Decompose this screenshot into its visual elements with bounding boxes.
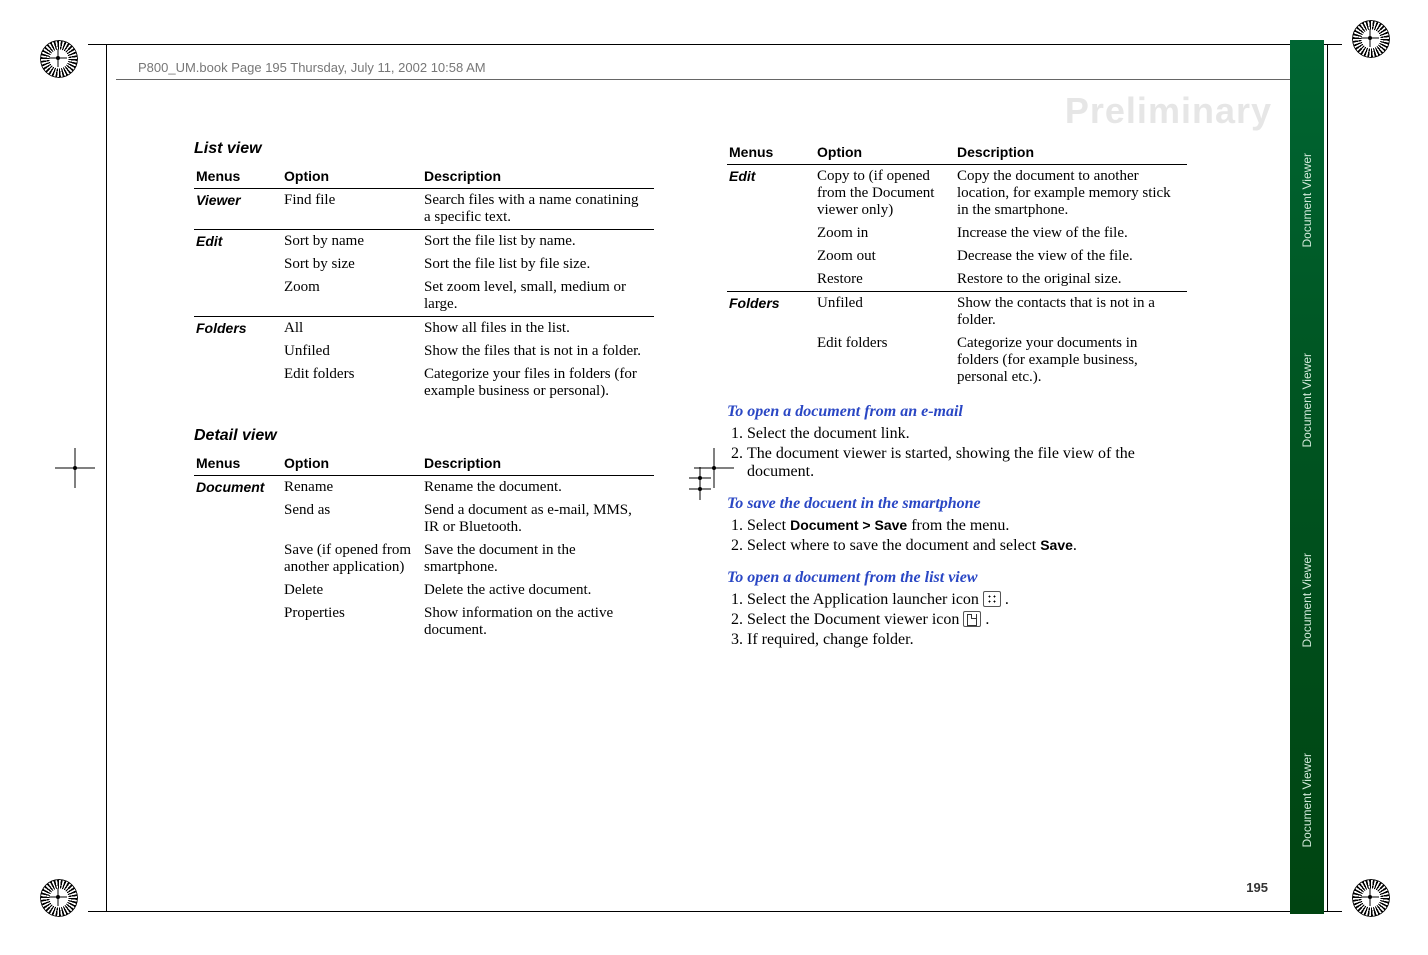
desc-cell: Save the document in the smartphone. xyxy=(422,539,654,579)
th-option: Option xyxy=(282,164,422,189)
th-desc: Description xyxy=(422,451,654,476)
option-cell: Edit folders xyxy=(815,332,955,389)
step: The document viewer is started, showing … xyxy=(747,445,1187,481)
step: Select Document > Save from the menu. xyxy=(747,517,1187,535)
option-cell: Save (if opened from another application… xyxy=(282,539,422,579)
option-cell: Zoom in xyxy=(815,222,955,245)
desc-cell: Show all files in the list. xyxy=(422,317,654,341)
desc-cell: Copy the document to another location, f… xyxy=(955,165,1187,223)
procedure-heading: To open a document from an e-mail xyxy=(727,403,1187,421)
option-cell: Rename xyxy=(282,476,422,500)
running-header: P800_UM.book Page 195 Thursday, July 11,… xyxy=(138,60,486,75)
watermark-text: Preliminary xyxy=(1065,90,1272,132)
option-cell: Unfiled xyxy=(815,292,955,333)
procedure-steps: Select the Application launcher icon . S… xyxy=(727,591,1187,649)
desc-cell: Sort the file list by file size. xyxy=(422,253,654,276)
desc-cell: Set zoom level, small, medium or large. xyxy=(422,276,654,317)
option-cell: Edit folders xyxy=(282,363,422,403)
detail-view-table: Menus Option Description Document Rename… xyxy=(194,451,654,642)
menu-cell: Folders xyxy=(194,317,282,341)
side-tab-label: Document Viewer xyxy=(1300,153,1314,248)
desc-cell: Sort the file list by name. xyxy=(422,230,654,254)
side-tab-strip: Document Viewer Document Viewer Document… xyxy=(1290,40,1324,914)
th-desc: Description xyxy=(955,140,1187,165)
desc-cell: Categorize your files in folders (for ex… xyxy=(422,363,654,403)
detail-view-table-cont: Menus Option Description Edit Copy to (i… xyxy=(727,140,1187,389)
section-title-detail-view: Detail view xyxy=(194,427,654,445)
desc-cell: Rename the document. xyxy=(422,476,654,500)
document-viewer-icon xyxy=(963,611,981,627)
option-cell: Restore xyxy=(815,268,955,292)
desc-cell: Show the contacts that is not in a folde… xyxy=(955,292,1187,333)
list-view-table: Menus Option Description Viewer Find fil… xyxy=(194,164,654,403)
section-title-list-view: List view xyxy=(194,140,654,158)
option-cell: Sort by size xyxy=(282,253,422,276)
option-cell: Zoom out xyxy=(815,245,955,268)
option-cell: All xyxy=(282,317,422,341)
side-tab-label: Document Viewer xyxy=(1300,553,1314,648)
step: If required, change folder. xyxy=(747,631,1187,649)
app-launcher-icon xyxy=(983,591,1001,607)
desc-cell: Show information on the active document. xyxy=(422,602,654,642)
desc-cell: Increase the view of the file. xyxy=(955,222,1187,245)
procedure-steps: Select the document link. The document v… xyxy=(727,425,1187,481)
desc-cell: Search files with a name conatining a sp… xyxy=(422,189,654,230)
side-tab-label: Document Viewer xyxy=(1300,353,1314,448)
step: Select the Document viewer icon . xyxy=(747,611,1187,629)
menu-cell: Edit xyxy=(727,165,815,223)
step: Select the Application launcher icon . xyxy=(747,591,1187,609)
step: Select the document link. xyxy=(747,425,1187,443)
menu-cell: Edit xyxy=(194,230,282,254)
option-cell: Sort by name xyxy=(282,230,422,254)
th-menus: Menus xyxy=(727,140,815,165)
menu-cell: Folders xyxy=(727,292,815,333)
desc-cell: Show the files that is not in a folder. xyxy=(422,340,654,363)
desc-cell: Categorize your documents in folders (fo… xyxy=(955,332,1187,389)
th-option: Option xyxy=(815,140,955,165)
option-cell: Unfiled xyxy=(282,340,422,363)
desc-cell: Delete the active document. xyxy=(422,579,654,602)
desc-cell: Decrease the view of the file. xyxy=(955,245,1187,268)
procedure-heading: To open a document from the list view xyxy=(727,569,1187,587)
th-menus: Menus xyxy=(194,451,282,476)
step: Select where to save the document and se… xyxy=(747,537,1187,555)
option-cell: Zoom xyxy=(282,276,422,317)
desc-cell: Send a document as e-mail, MMS, IR or Bl… xyxy=(422,499,654,539)
side-tab-label: Document Viewer xyxy=(1300,753,1314,848)
th-option: Option xyxy=(282,451,422,476)
option-cell: Delete xyxy=(282,579,422,602)
th-menus: Menus xyxy=(194,164,282,189)
page-number: 195 xyxy=(1246,880,1268,895)
menu-cell: Document xyxy=(194,476,282,500)
procedure-steps: Select Document > Save from the menu. Se… xyxy=(727,517,1187,555)
option-cell: Properties xyxy=(282,602,422,642)
option-cell: Send as xyxy=(282,499,422,539)
procedure-heading: To save the docuent in the smartphone xyxy=(727,495,1187,513)
menu-cell: Viewer xyxy=(194,189,282,230)
th-desc: Description xyxy=(422,164,654,189)
option-cell: Find file xyxy=(282,189,422,230)
option-cell: Copy to (if opened from the Document vie… xyxy=(815,165,955,223)
desc-cell: Restore to the original size. xyxy=(955,268,1187,292)
